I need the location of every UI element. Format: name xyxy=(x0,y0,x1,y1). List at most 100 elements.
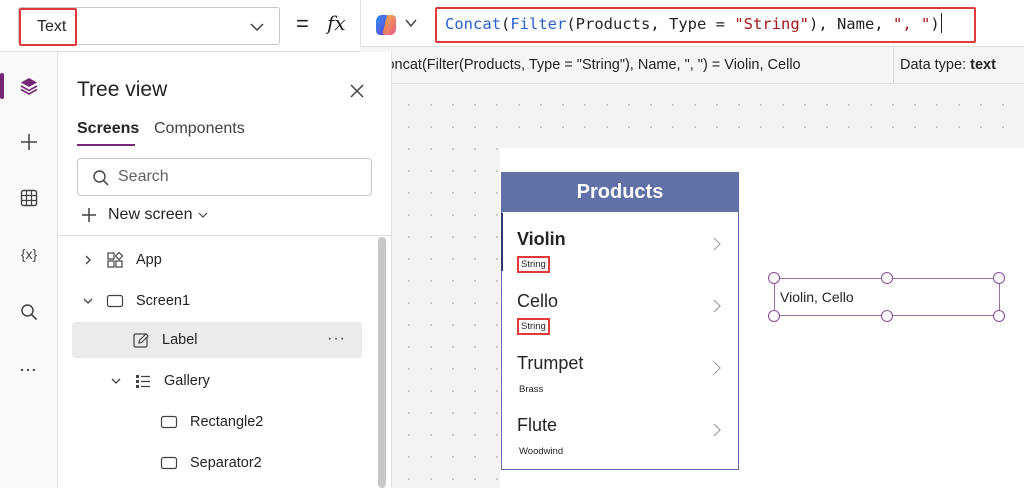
plus-icon xyxy=(82,208,96,222)
app-screen[interactable]: Products Violin String Cello String Trum… xyxy=(500,148,1024,488)
gallery-item[interactable]: Cello String xyxy=(502,275,738,337)
resize-handle[interactable] xyxy=(768,310,780,322)
active-tab-indicator xyxy=(77,144,135,146)
formula-function: Concat xyxy=(445,15,501,33)
search-box[interactable] xyxy=(77,158,372,196)
data-type-value: text xyxy=(970,57,996,73)
chevron-down-icon[interactable] xyxy=(405,18,417,28)
label-text: Violin, Cello xyxy=(780,289,854,305)
tree-node-separator2[interactable]: Separator2 xyxy=(160,445,360,481)
tree-node-app[interactable]: App xyxy=(82,242,362,278)
item-type: String xyxy=(517,256,550,273)
formula-function: Filter xyxy=(510,15,567,33)
formula-string: ", " xyxy=(892,15,931,33)
resize-handle[interactable] xyxy=(993,272,1005,284)
chevron-down-icon xyxy=(250,23,264,32)
new-screen-button[interactable]: New screen xyxy=(80,204,208,226)
text-cursor xyxy=(940,13,943,33)
formula-bar: Text = fx Concat(Filter(Products, Type =… xyxy=(0,0,1024,52)
more-icon: ... xyxy=(20,358,38,374)
resize-handle[interactable] xyxy=(881,272,893,284)
table-icon xyxy=(20,189,38,207)
gallery-header: Products xyxy=(501,172,739,212)
resize-handle[interactable] xyxy=(993,310,1005,322)
formula-token: (Products, Type = xyxy=(566,15,735,33)
rail-tree-view[interactable] xyxy=(0,61,58,111)
search-input[interactable] xyxy=(118,159,358,195)
copilot-icon[interactable] xyxy=(373,12,399,38)
chevron-down-icon xyxy=(199,212,208,218)
formula-string: "String" xyxy=(734,15,809,33)
chevron-right-icon[interactable] xyxy=(712,423,722,437)
more-options-icon[interactable]: ··· xyxy=(327,330,346,348)
tree-node-label: Rectangle2 xyxy=(190,414,264,430)
equals-sign: = xyxy=(296,11,309,36)
chevron-down-icon[interactable] xyxy=(110,375,122,387)
tree-node-rectangle2[interactable]: Rectangle2 xyxy=(160,404,360,440)
rail-variables[interactable]: {x} xyxy=(0,229,58,279)
formula-evaluation-strip: Concat(Filter(Products, Type = "String")… xyxy=(360,46,1024,84)
chevron-right-icon[interactable] xyxy=(712,299,722,313)
gallery-item[interactable]: Flute Woodwind xyxy=(502,399,738,461)
item-type: Brass xyxy=(519,384,544,395)
item-name: Cello xyxy=(517,291,559,311)
gallery-title: Products xyxy=(576,181,664,203)
gallery-icon xyxy=(136,375,150,388)
products-gallery[interactable]: Products Violin String Cello String Trum… xyxy=(501,172,739,470)
data-type-label: Data type: xyxy=(900,57,967,73)
tree-node-label: Gallery xyxy=(164,373,210,389)
tree-node-label: App xyxy=(136,252,162,268)
rail-search[interactable] xyxy=(0,287,58,337)
formula-text[interactable]: Concat(Filter(Products, Type = "String")… xyxy=(435,7,976,43)
data-type-info: Data type: text xyxy=(900,47,996,83)
gallery-item[interactable]: Trumpet Brass xyxy=(502,337,738,399)
layers-icon xyxy=(20,78,38,95)
property-dropdown[interactable]: Text xyxy=(18,7,280,46)
new-screen-label: New screen xyxy=(108,206,193,223)
tree-node-label: Screen1 xyxy=(136,293,191,309)
app-icon xyxy=(107,251,124,268)
fx-icon: fx xyxy=(327,11,346,35)
item-type: String xyxy=(517,318,550,335)
tree-node-screen1[interactable]: Screen1 xyxy=(82,283,362,319)
tree-node-gallery[interactable]: Gallery xyxy=(110,363,360,399)
property-value: Text xyxy=(19,8,77,46)
rail-more[interactable]: ... xyxy=(0,341,58,391)
tree-node-label: Label xyxy=(162,332,198,348)
formula-token: ), Name, xyxy=(808,15,893,33)
divider xyxy=(58,235,392,236)
tree-view-panel: Tree view Screens Components New screen … xyxy=(58,52,392,488)
tree-scrollbar[interactable] xyxy=(378,237,386,488)
formula-input-area[interactable]: Concat(Filter(Products, Type = "String")… xyxy=(360,0,1024,46)
tab-components[interactable]: Components xyxy=(154,120,245,138)
item-type: Woodwind xyxy=(519,446,564,457)
tree-node-label-control[interactable]: Label ··· xyxy=(72,322,362,358)
tree-node-label: Separator2 xyxy=(190,455,262,471)
rail-data[interactable] xyxy=(0,173,58,223)
resize-handle[interactable] xyxy=(881,310,893,322)
formula-token: ) xyxy=(930,15,940,33)
rectangle-icon xyxy=(160,415,178,429)
rectangle-icon xyxy=(160,456,178,470)
search-icon xyxy=(21,304,38,321)
chevron-down-icon[interactable] xyxy=(82,295,94,307)
resize-handle[interactable] xyxy=(768,272,780,284)
chevron-right-icon[interactable] xyxy=(712,237,722,251)
evaluation-result: Concat(Filter(Products, Type = "String")… xyxy=(360,47,894,83)
item-name: Trumpet xyxy=(517,353,584,373)
variables-icon: {x} xyxy=(20,246,38,262)
edit-label-icon xyxy=(133,333,149,348)
rail-insert[interactable] xyxy=(0,117,58,167)
plus-icon xyxy=(21,134,37,150)
chevron-right-icon[interactable] xyxy=(82,254,94,266)
chevron-right-icon[interactable] xyxy=(712,361,722,375)
item-name: Flute xyxy=(517,415,558,435)
item-name: Violin xyxy=(517,229,566,249)
gallery-item[interactable]: Violin String xyxy=(501,213,738,275)
close-icon[interactable] xyxy=(348,82,366,100)
tab-screens[interactable]: Screens xyxy=(77,120,139,138)
formula-token: ( xyxy=(501,15,511,33)
design-canvas: Products Violin String Cello String Trum… xyxy=(392,84,1024,488)
search-icon xyxy=(93,170,109,186)
label-control-selected[interactable]: Violin, Cello xyxy=(768,272,1005,322)
